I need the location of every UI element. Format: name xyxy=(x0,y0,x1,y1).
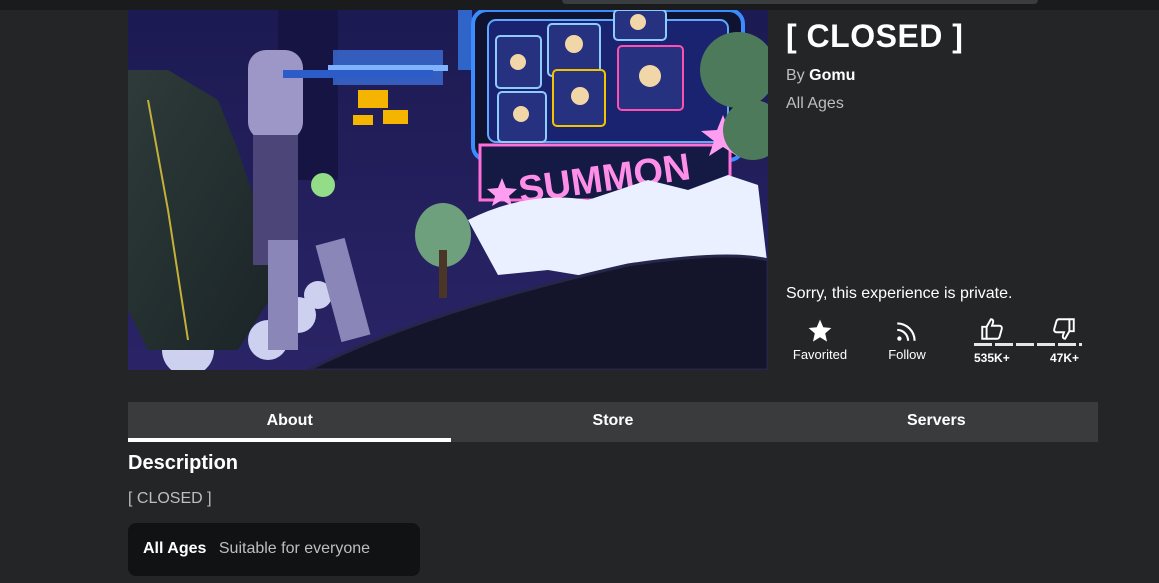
vote-section: 535K+ 47K+ xyxy=(972,316,1084,368)
follow-feed-icon xyxy=(867,316,947,346)
creator-link[interactable]: Gomu xyxy=(809,67,855,84)
private-experience-message: Sorry, this experience is private. xyxy=(786,285,1013,302)
upvote-count: 535K+ xyxy=(974,351,1010,365)
game-details-page: SUMMON [CLOSED] By Gomu All Ages Sorry… xyxy=(0,0,1159,583)
game-tabs: About Store Servers xyxy=(128,402,1098,442)
tab-servers[interactable]: Servers xyxy=(775,402,1098,442)
tab-about[interactable]: About xyxy=(128,402,452,442)
description-heading: Description xyxy=(128,452,239,474)
vote-ratio-bar xyxy=(974,343,1082,346)
age-rating: All Ages xyxy=(786,95,844,112)
thumbs-up-icon xyxy=(981,318,1003,340)
creator-by-prefix: By xyxy=(786,67,805,84)
star-icon xyxy=(780,316,860,346)
description-text: [ CLOSED ] xyxy=(128,490,212,507)
favorite-label: Favorited xyxy=(792,347,848,362)
follow-label: Follow xyxy=(888,347,926,362)
thumbnail-illustration: SUMMON xyxy=(128,10,768,370)
tab-store[interactable]: Store xyxy=(451,402,774,442)
age-card-title: All Ages xyxy=(143,540,207,557)
downvote-count: 47K+ xyxy=(1050,351,1080,365)
game-title: [ CLOSED ] xyxy=(786,18,964,54)
follow-button[interactable]: Follow xyxy=(867,316,947,362)
top-navigation-bar xyxy=(0,0,1159,10)
game-details-panel: [ CLOSED ] By Gomu All Ages Sorry, this … xyxy=(786,10,1106,370)
search-bar[interactable] xyxy=(562,0,1038,4)
age-rating-card: All Ages Suitable for everyone xyxy=(128,523,420,576)
game-thumbnail: SUMMON xyxy=(128,10,768,370)
age-card-subtitle: Suitable for everyone xyxy=(218,540,371,557)
game-creator: By Gomu xyxy=(786,67,855,85)
thumbs-down-icon xyxy=(1053,318,1075,340)
favorite-button[interactable]: Favorited xyxy=(780,316,860,362)
